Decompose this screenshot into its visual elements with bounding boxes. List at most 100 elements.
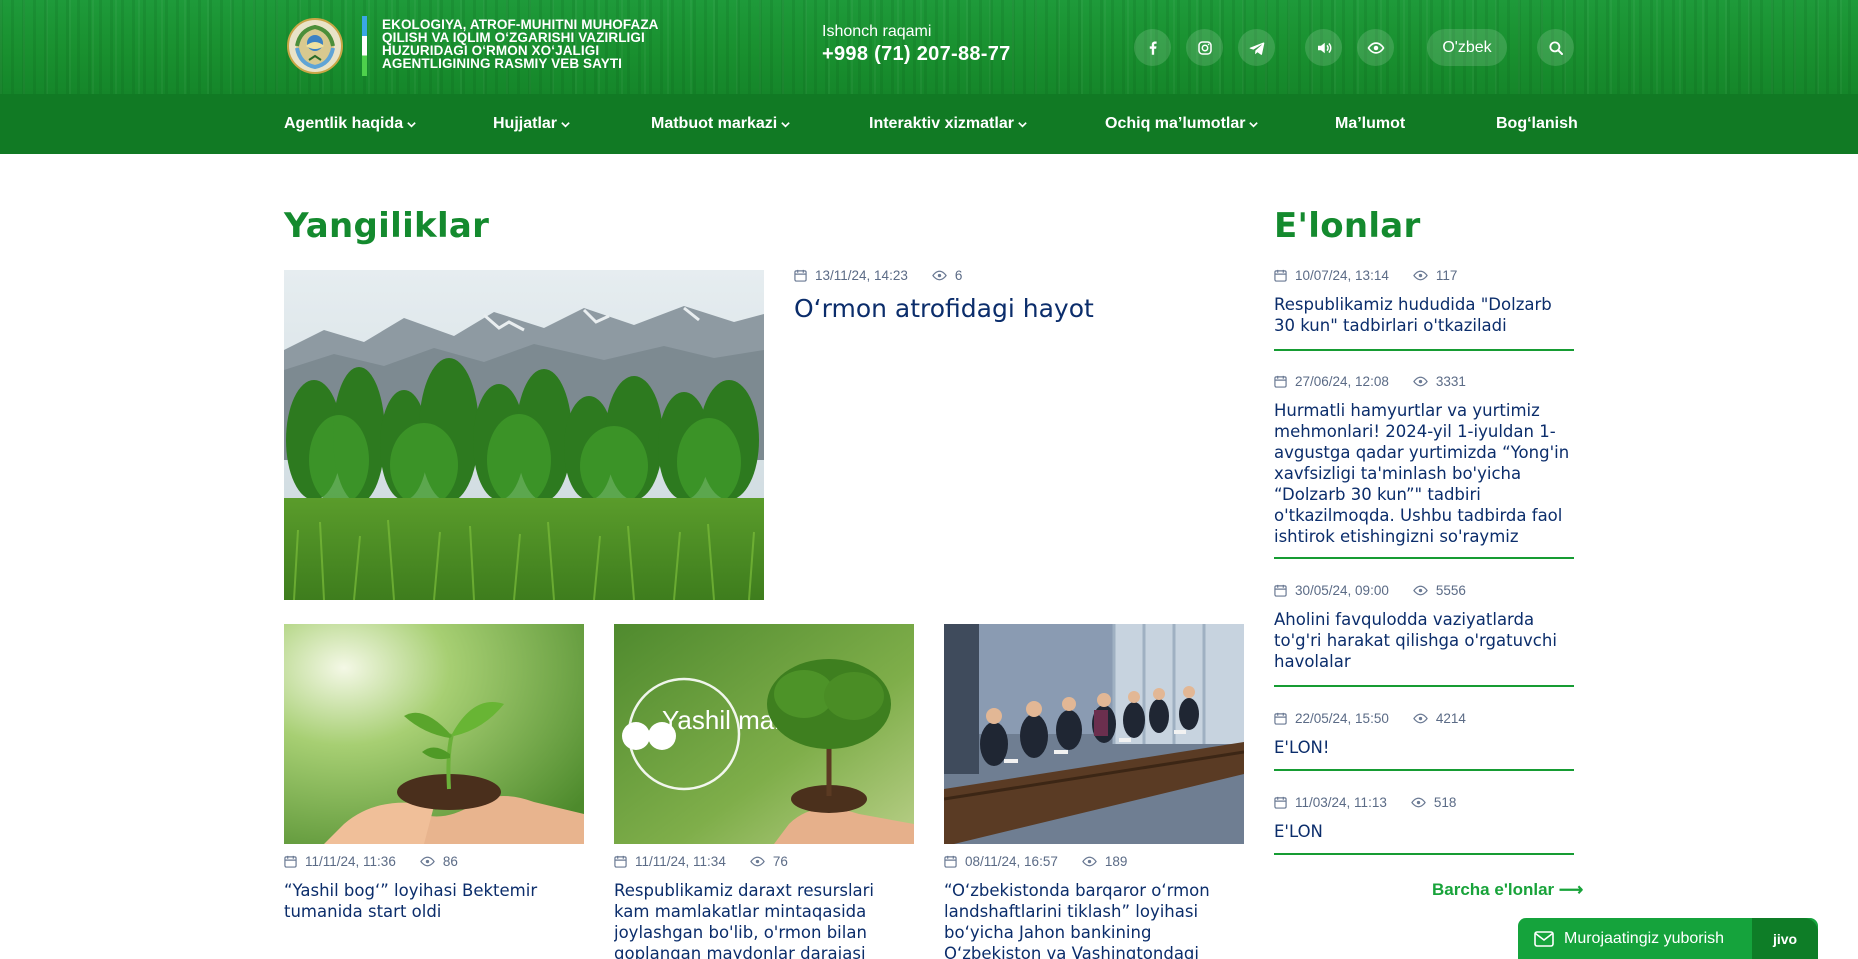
announcement-meta: 27/06/24, 12:08 3331 xyxy=(1274,374,1466,389)
views-eye-icon xyxy=(1413,270,1428,281)
announcement-meta: 10/07/24, 13:14 117 xyxy=(1274,268,1457,283)
nav-item-documents[interactable]: Hujjatlar xyxy=(493,94,571,154)
conference-meeting-photo xyxy=(944,624,1244,844)
announcement-views: 5556 xyxy=(1435,583,1466,598)
nav-item-agency[interactable]: Agentlik haqida xyxy=(284,94,417,154)
instagram-icon xyxy=(1197,40,1212,55)
announcement-title[interactable]: Hurmatli hamyurtlar va yurtimiz mehmonla… xyxy=(1274,400,1574,547)
announcement-views: 518 xyxy=(1433,795,1457,810)
views-eye-icon xyxy=(1413,585,1428,596)
news-card-image[interactable] xyxy=(944,624,1244,844)
announcement-title[interactable]: Respublikamiz hududida "Dolzarb 30 kun" … xyxy=(1274,294,1574,336)
search-icon xyxy=(1548,40,1563,55)
chevron-down-icon xyxy=(407,121,416,128)
news-card-meta: 08/11/24, 16:57 189 xyxy=(944,854,1127,869)
nav-item-label: Hujjatlar xyxy=(493,115,558,132)
news-date: 08/11/24, 16:57 xyxy=(965,854,1058,869)
news-views: 86 xyxy=(442,854,458,869)
views-eye-icon xyxy=(1082,856,1097,867)
news-card-image[interactable] xyxy=(284,624,584,844)
calendar-icon xyxy=(1274,712,1287,725)
chevron-down-icon xyxy=(781,121,791,128)
telegram-icon xyxy=(1249,41,1264,55)
announcement-views: 117 xyxy=(1435,268,1458,283)
news-card-title[interactable]: Respublikamiz daraxt resurslari kam maml… xyxy=(614,880,889,959)
announcement-date: 10/07/24, 13:14 xyxy=(1295,268,1389,283)
nav-item-label: Bog‘lanish xyxy=(1496,115,1578,132)
announcements-section-title: E'lonlar xyxy=(1274,206,1421,246)
news-views: 189 xyxy=(1104,854,1128,869)
lead-news-image[interactable] xyxy=(284,270,764,600)
agency-title[interactable]: EKOLOGIYA, ATROF-MUHITNI MUHOFAZA QILISH… xyxy=(382,18,712,71)
nav-item-label: Interaktiv xizmatlar xyxy=(869,115,1014,132)
hotline-number[interactable]: +998 (71) 207-88-77 xyxy=(822,43,1011,66)
announcement-divider xyxy=(1274,685,1574,687)
accessibility-button[interactable] xyxy=(1357,29,1394,66)
hotline-label: Ishonch raqami xyxy=(822,23,932,40)
speaker-icon xyxy=(1317,42,1331,53)
instagram-button[interactable] xyxy=(1186,29,1223,66)
announcement-title[interactable]: E'LON xyxy=(1274,821,1574,842)
news-card-meta: 11/11/24, 11:34 76 xyxy=(614,854,788,869)
calendar-icon xyxy=(1274,269,1287,282)
site-header: EKOLOGIYA, ATROF-MUHITNI MUHOFAZA QILISH… xyxy=(0,0,1858,94)
facebook-icon xyxy=(1149,40,1157,55)
chat-widget-label: Murojaatingiz yuborish xyxy=(1564,929,1725,947)
views-eye-icon xyxy=(932,270,947,281)
news-date: 11/11/24, 11:34 xyxy=(635,854,726,869)
news-section-title: Yangiliklar xyxy=(284,206,490,246)
views-eye-icon xyxy=(750,856,765,867)
calendar-icon xyxy=(794,269,807,282)
news-views: 6 xyxy=(954,268,963,283)
announcement-views: 4214 xyxy=(1435,711,1466,726)
views-eye-icon xyxy=(1413,713,1428,724)
announcement-meta: 30/05/24, 09:00 5556 xyxy=(1274,583,1466,598)
lead-news-meta: 13/11/24, 14:23 6 xyxy=(794,268,962,283)
news-card-image[interactable]: Yashil makon xyxy=(614,624,914,844)
nav-item-interactive-services[interactable]: Interaktiv xizmatlar xyxy=(869,94,1028,154)
announcement-divider xyxy=(1274,769,1574,771)
nav-item-open-data[interactable]: Ochiq ma’lumotlar xyxy=(1105,94,1259,154)
yashil-makon-tree-photo: Yashil makon xyxy=(614,624,914,844)
audio-button[interactable] xyxy=(1305,29,1342,66)
news-date: 13/11/24, 14:23 xyxy=(815,268,908,283)
search-button[interactable] xyxy=(1537,29,1574,66)
chevron-down-icon xyxy=(561,121,570,128)
envelope-icon xyxy=(1534,930,1554,947)
main-navigation: Agentlik haqida Hujjatlar Matbuot markaz… xyxy=(0,94,1858,154)
calendar-icon xyxy=(614,855,627,868)
all-announcements-link[interactable]: Barcha e'lonlar ⟶ xyxy=(1432,880,1583,900)
state-emblem-logo[interactable] xyxy=(286,16,344,76)
announcement-title[interactable]: E'LON! xyxy=(1274,737,1574,758)
views-eye-icon xyxy=(1411,797,1426,808)
calendar-icon xyxy=(944,855,957,868)
nav-item-label: Ochiq ma’lumotlar xyxy=(1105,115,1246,132)
facebook-button[interactable] xyxy=(1134,29,1171,66)
lead-news-title[interactable]: O‘rmon atrofidagi hayot xyxy=(794,294,1234,323)
announcement-divider xyxy=(1274,557,1574,559)
flag-stripe xyxy=(362,16,367,76)
news-card-title[interactable]: “O‘zbekistonda barqaror o‘rmon landshaft… xyxy=(944,880,1219,959)
chevron-down-icon xyxy=(1249,121,1259,128)
eye-icon xyxy=(1367,41,1384,54)
views-eye-icon xyxy=(420,856,435,867)
views-eye-icon xyxy=(1413,376,1428,387)
jivo-brand-badge[interactable]: jivo xyxy=(1752,918,1818,959)
calendar-icon xyxy=(1274,375,1287,388)
chevron-down-icon xyxy=(1018,121,1027,128)
telegram-button[interactable] xyxy=(1238,29,1275,66)
announcement-meta: 22/05/24, 15:50 4214 xyxy=(1274,711,1466,726)
calendar-icon xyxy=(1274,796,1287,809)
announcement-divider xyxy=(1274,349,1574,351)
nav-item-contact[interactable]: Bog‘lanish xyxy=(1496,94,1578,154)
nav-item-press-center[interactable]: Matbuot markazi xyxy=(651,94,791,154)
nav-item-information[interactable]: Ma’lumot xyxy=(1335,94,1405,154)
language-selector[interactable]: O'zbek xyxy=(1427,29,1507,66)
forest-mountain-photo xyxy=(284,270,764,600)
news-card-title[interactable]: “Yashil bog‘” loyihasi Bektemir tumanida… xyxy=(284,880,559,922)
announcement-title[interactable]: Aholini favqulodda vaziyatlarda to'g'ri … xyxy=(1274,609,1574,672)
calendar-icon xyxy=(1274,584,1287,597)
nav-item-label: Ma’lumot xyxy=(1335,115,1406,132)
sprout-in-hands-photo xyxy=(284,624,584,844)
news-card-meta: 11/11/24, 11:36 86 xyxy=(284,854,458,869)
